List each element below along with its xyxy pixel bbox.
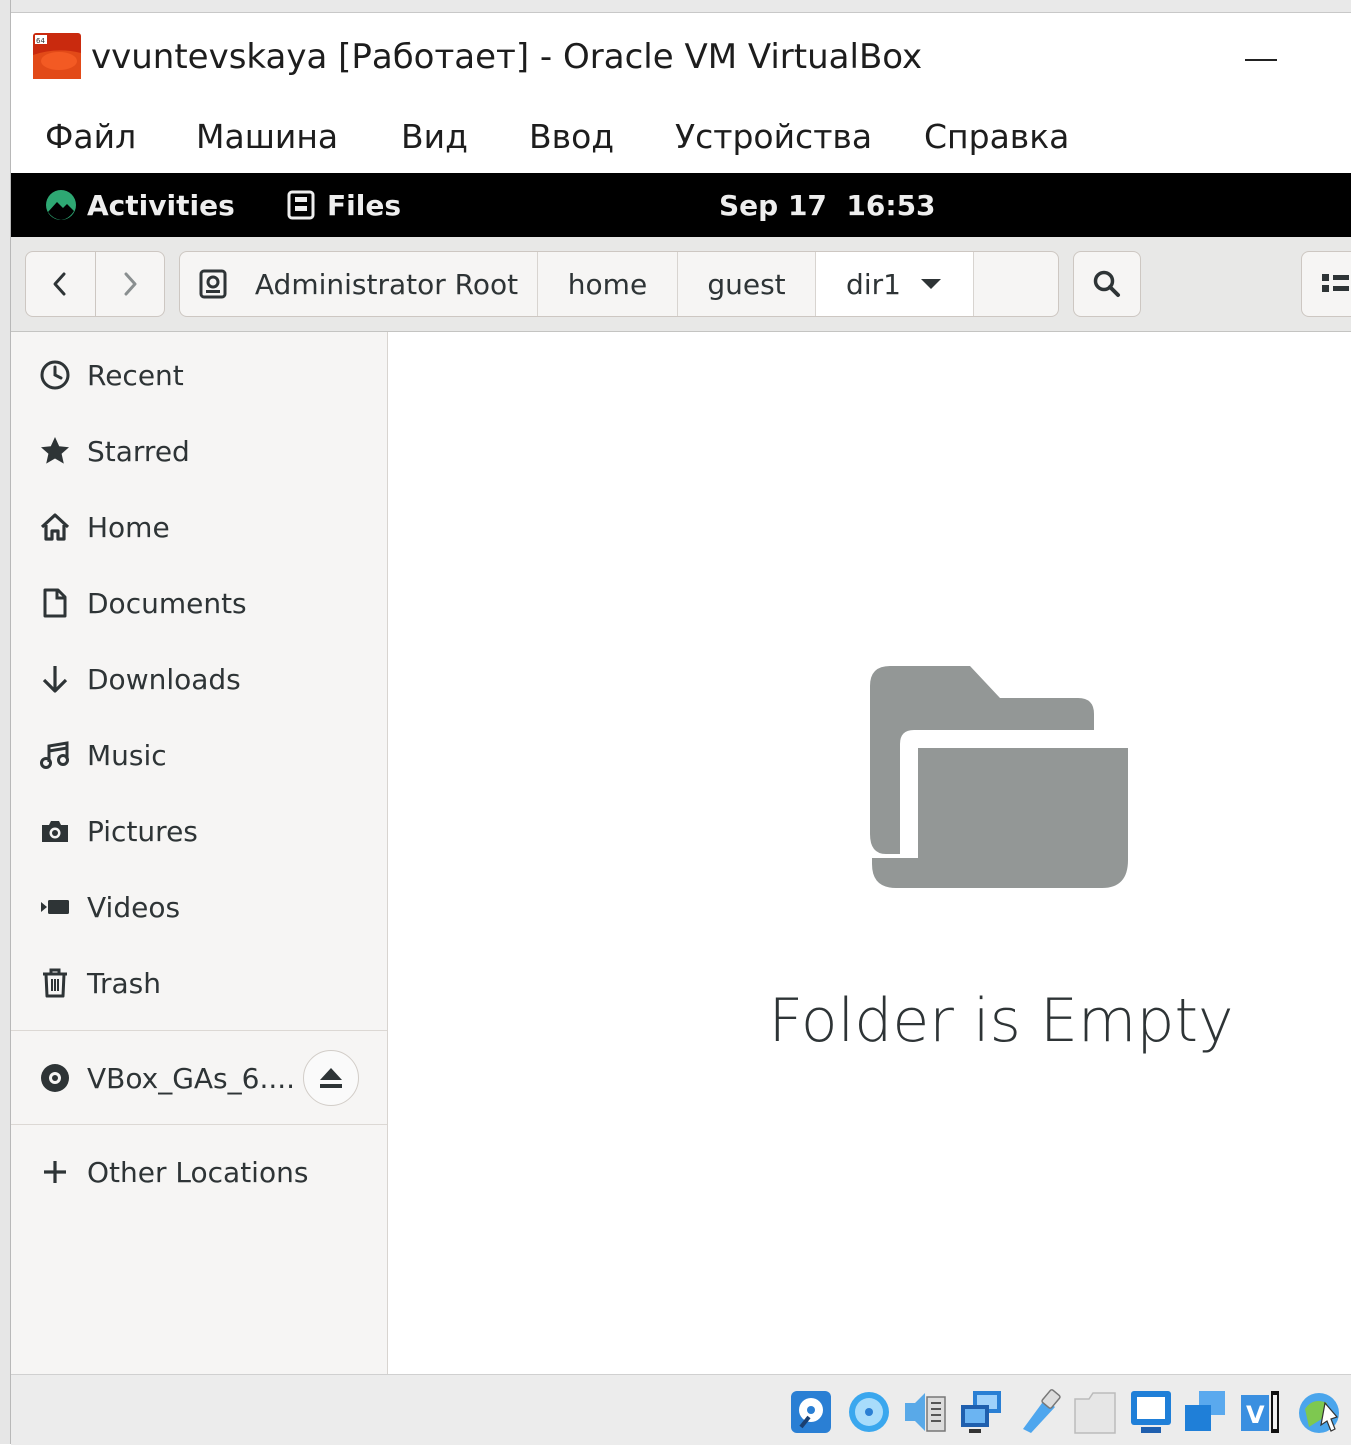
sidebar-item-documents[interactable]: Documents (11, 565, 387, 641)
sidebar-item-label: Starred (87, 434, 190, 468)
sidebar-separator (11, 1030, 387, 1031)
trash-icon (39, 967, 71, 999)
display-icon[interactable] (1129, 1389, 1173, 1435)
dropdown-arrow-icon (920, 279, 941, 289)
path-bar-empty-area[interactable] (974, 252, 1058, 316)
files-header-bar: Administrator Root home guest dir1 (11, 237, 1351, 332)
audio-icon[interactable] (903, 1389, 947, 1435)
forward-button[interactable] (94, 252, 165, 316)
path-segment-root[interactable]: Administrator Root (180, 252, 538, 316)
plus-icon (39, 1156, 71, 1188)
rocky-logo-icon (46, 190, 76, 220)
path-root-label: Administrator Root (254, 267, 519, 301)
window-frame-left (0, 0, 11, 1444)
list-view-icon (1322, 274, 1349, 292)
back-button[interactable] (26, 252, 95, 316)
hard-disk-icon[interactable] (789, 1389, 833, 1435)
navigation-buttons (25, 251, 165, 317)
folder-view[interactable]: Folder is Empty (388, 332, 1351, 1374)
view-options-button[interactable] (1301, 251, 1351, 317)
menu-machine[interactable]: Машина (196, 117, 338, 156)
star-icon (39, 435, 71, 467)
sidebar-item-home[interactable]: Home (11, 489, 387, 565)
files-app-menu[interactable]: Files (287, 186, 401, 224)
virtualbox-status-bar: V (11, 1374, 1351, 1445)
path-segment-current[interactable]: dir1 (816, 252, 974, 316)
path-segment-guest[interactable]: guest (678, 252, 816, 316)
host-menu-bar: Файл Машина Вид Ввод Устройства Справка (11, 105, 1351, 173)
app-name-label: Files (327, 188, 401, 222)
folder-icon (870, 666, 1128, 888)
sidebar-item-starred[interactable]: Starred (11, 413, 387, 489)
activities-label: Activities (87, 188, 235, 222)
path-bar: Administrator Root home guest dir1 (179, 251, 1059, 317)
sidebar-item-recent[interactable]: Recent (11, 337, 387, 413)
chevron-right-icon (124, 272, 137, 296)
virtualbox-vm-icon: 64 (33, 33, 81, 79)
places-sidebar: Recent Starred Home Documents Downloads … (11, 332, 388, 1374)
host-title-bar[interactable]: 64 vvuntevskaya [Работает] - Oracle VM V… (11, 13, 1351, 105)
sidebar-item-label: Recent (87, 358, 184, 392)
drag-drop-icon[interactable] (1183, 1389, 1227, 1435)
sidebar-item-label: Downloads (87, 662, 241, 696)
menu-input[interactable]: Ввод (529, 117, 614, 156)
eject-icon (320, 1068, 342, 1088)
video-icon (39, 891, 71, 923)
menu-file[interactable]: Файл (45, 117, 136, 156)
sidebar-item-label: Other Locations (87, 1155, 309, 1189)
optical-disc-icon[interactable] (847, 1389, 891, 1435)
svg-text:64: 64 (36, 37, 45, 45)
recording-icon[interactable]: V (1239, 1389, 1283, 1435)
sidebar-item-downloads[interactable]: Downloads (11, 641, 387, 717)
sidebar-item-trash[interactable]: Trash (11, 945, 387, 1021)
optical-disc-icon (39, 1062, 71, 1094)
home-icon (39, 511, 71, 543)
minimize-button[interactable] (1245, 51, 1279, 71)
svg-text:V: V (1246, 1401, 1265, 1429)
sidebar-item-other-locations[interactable]: Other Locations (11, 1134, 387, 1210)
window-title: vvuntevskaya [Работает] - Oracle VM Virt… (91, 37, 923, 77)
sidebar-item-label: Videos (87, 890, 181, 924)
eject-button[interactable] (303, 1050, 359, 1106)
network-icon[interactable] (959, 1389, 1003, 1435)
download-arrow-icon (39, 663, 71, 695)
window-frame-top (0, 0, 1351, 13)
file-cabinet-icon (287, 190, 315, 220)
sidebar-item-music[interactable]: Music (11, 717, 387, 793)
sidebar-item-label: Documents (87, 586, 247, 620)
empty-folder-message: Folder is Empty (768, 986, 1234, 1056)
camera-icon (39, 815, 71, 847)
gnome-top-bar: Activities Files Sep 17 16:53 (11, 173, 1351, 237)
menu-help[interactable]: Справка (924, 117, 1069, 156)
usb-icon[interactable] (1017, 1389, 1061, 1435)
document-icon (39, 587, 71, 619)
path-current-label: dir1 (846, 267, 901, 301)
sidebar-item-label: Pictures (87, 814, 198, 848)
activities-button[interactable]: Activities (45, 186, 235, 224)
shared-folder-icon[interactable] (1073, 1389, 1117, 1435)
menu-view[interactable]: Вид (401, 117, 468, 156)
clock[interactable]: Sep 17 16:53 (719, 186, 936, 224)
chevron-left-icon (53, 272, 66, 296)
sidebar-item-videos[interactable]: Videos (11, 869, 387, 945)
sidebar-item-label: VBox_GAs_6.... (87, 1061, 296, 1095)
sidebar-item-label: Trash (87, 966, 161, 1000)
music-note-icon (39, 739, 71, 771)
search-icon (1093, 270, 1120, 297)
sidebar-item-label: Home (87, 510, 170, 544)
sidebar-item-label: Music (87, 738, 167, 772)
clock-icon (39, 359, 71, 391)
sidebar-item-device[interactable]: VBox_GAs_6.... (11, 1040, 387, 1116)
sidebar-item-pictures[interactable]: Pictures (11, 793, 387, 869)
path-segment-home[interactable]: home (538, 252, 678, 316)
mouse-integration-icon[interactable] (1295, 1389, 1339, 1435)
sidebar-separator (11, 1124, 387, 1125)
drive-icon (199, 269, 227, 299)
search-button[interactable] (1073, 251, 1141, 317)
menu-devices[interactable]: Устройства (675, 117, 872, 156)
